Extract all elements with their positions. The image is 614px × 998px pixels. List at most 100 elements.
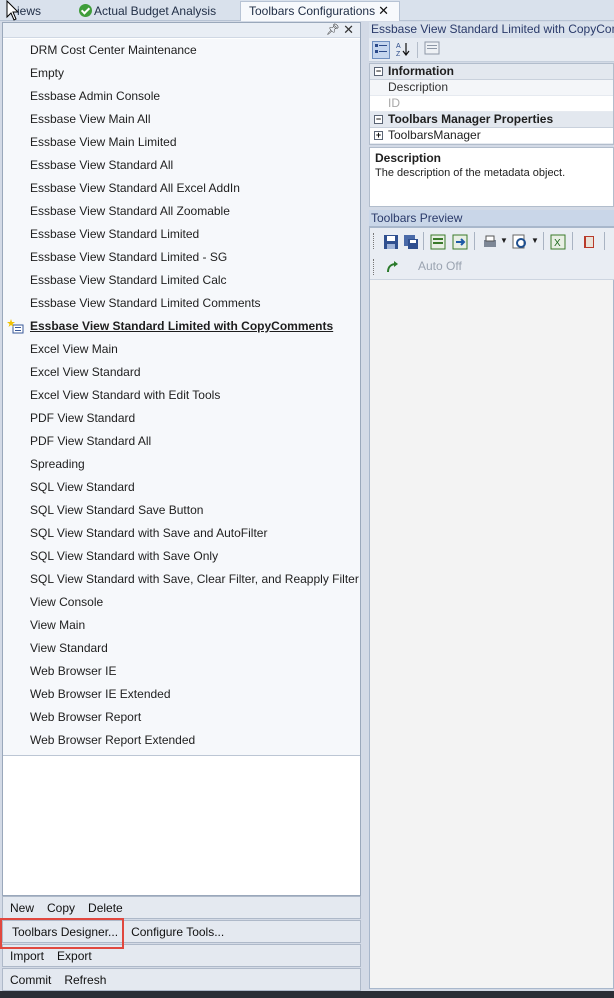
list-item[interactable]: Essbase View Standard Limited [3, 223, 360, 246]
refresh-button[interactable]: Refresh [57, 969, 112, 991]
list-item-label: Empty [30, 66, 65, 80]
list-item[interactable]: PDF View Standard All [3, 430, 360, 453]
panel-close-icon[interactable]: ✕ [343, 22, 354, 38]
list-item-label: View Main [30, 618, 86, 632]
list-item-label: Excel View Standard [30, 365, 141, 379]
toolbars-preview-area: ▼ ▼ X Auto Off [369, 227, 614, 989]
highlight-annotation-box [0, 918, 124, 949]
property-id[interactable]: ID [370, 96, 613, 112]
list-item-label: Essbase View Standard Limited - SG [30, 250, 228, 264]
description-title: Description [375, 151, 442, 165]
svg-text:A: A [396, 43, 401, 50]
preview-toolbar: ▼ ▼ X Auto Off [370, 228, 614, 280]
expand-icon[interactable]: + [374, 131, 383, 140]
list-item[interactable]: View Standard [3, 637, 360, 660]
toolbars-preview-title: Toolbars Preview [369, 210, 614, 227]
collapse-icon[interactable]: − [374, 67, 383, 76]
list-item-label: Essbase View Standard All Excel AddIn [30, 181, 240, 195]
grip-icon [373, 233, 376, 249]
list-item[interactable]: Essbase View Standard Limited Comments [3, 292, 360, 315]
excel-options-icon[interactable]: X [550, 234, 566, 250]
copy-button[interactable]: Copy [40, 897, 81, 919]
toolbar-separator [474, 232, 475, 250]
list-item[interactable]: Excel View Standard with Edit Tools [3, 384, 360, 407]
chevron-down-icon[interactable]: ▼ [531, 236, 539, 245]
list-item[interactable]: Web Browser Report Extended [3, 729, 360, 752]
save-all-icon[interactable] [403, 234, 419, 250]
excel-export-icon[interactable] [430, 234, 446, 250]
list-item[interactable]: Essbase View Standard Limited - SG [3, 246, 360, 269]
list-item-label: Essbase View Standard Limited Calc [30, 273, 227, 287]
list-item-label: Web Browser Report [30, 710, 142, 724]
refresh-arrow-icon[interactable] [384, 259, 400, 275]
collapse-icon[interactable]: − [374, 115, 383, 124]
list-item-label: PDF View Standard [30, 411, 136, 425]
auto-off-label[interactable]: Auto Off [418, 259, 462, 273]
list-item[interactable]: View Main [3, 614, 360, 637]
print-preview-icon[interactable] [512, 234, 528, 250]
property-grid: − Information Description ID − Toolbars … [369, 63, 614, 145]
list-item-label: View Console [30, 595, 104, 609]
tab-toolbars-configurations[interactable]: Toolbars Configurations ✕ [240, 1, 400, 21]
delete-button[interactable]: Delete [81, 897, 129, 919]
panel-splitter[interactable] [362, 22, 368, 992]
list-item[interactable]: Essbase Admin Console [3, 85, 360, 108]
category-toolbars-manager-properties[interactable]: − Toolbars Manager Properties [370, 112, 613, 128]
list-item[interactable]: Essbase View Standard All Excel AddIn [3, 177, 360, 200]
property-description[interactable]: Description [370, 80, 613, 96]
list-item[interactable]: Excel View Main [3, 338, 360, 361]
new-button[interactable]: New [3, 897, 40, 919]
pin-icon[interactable]: 📌︎ [326, 23, 340, 36]
print-icon[interactable] [482, 234, 498, 250]
list-item[interactable]: Essbase View Standard Limited with CopyC… [3, 315, 360, 338]
list-item[interactable]: Essbase View Main All [3, 108, 360, 131]
tab-budget-label: Actual Budget Analysis [94, 4, 217, 18]
list-item-label: SQL View Standard [30, 480, 135, 494]
book-icon[interactable] [582, 234, 598, 250]
list-item[interactable]: Excel View Standard [3, 361, 360, 384]
list-item[interactable]: Essbase View Main Limited [3, 131, 360, 154]
list-item[interactable]: SQL View Standard with Save, Clear Filte… [3, 568, 360, 591]
chevron-down-icon[interactable]: ▼ [500, 236, 508, 245]
list-item[interactable]: SQL View Standard with Save Only [3, 545, 360, 568]
list-item-label: Excel View Main [30, 342, 118, 356]
close-icon[interactable]: ✕ [378, 2, 389, 20]
list-item[interactable]: DRM Cost Center Maintenance [3, 39, 360, 62]
configure-tools-button[interactable]: Configure Tools... [124, 921, 230, 943]
list-item[interactable]: SQL View Standard with Save and AutoFilt… [3, 522, 360, 545]
category-information-label: Information [388, 64, 454, 78]
category-information[interactable]: − Information [370, 64, 613, 80]
list-item-label: Web Browser IE Extended [30, 687, 171, 701]
commit-button[interactable]: Commit [3, 969, 57, 991]
list-item[interactable]: SQL View Standard Save Button [3, 499, 360, 522]
categorized-icon[interactable] [372, 41, 390, 59]
tab-actual-budget-analysis[interactable]: Actual Budget Analysis [74, 2, 240, 21]
list-item-label: SQL View Standard Save Button [30, 503, 204, 517]
tab-views[interactable]: iews [0, 2, 72, 21]
list-item[interactable]: Web Browser IE Extended [3, 683, 360, 706]
toolbar-list[interactable]: DRM Cost Center Maintenance Empty Essbase … [3, 39, 360, 756]
button-row-commit-refresh: Commit Refresh [2, 968, 361, 991]
list-item-label: View Standard [30, 641, 108, 655]
excel-import-icon[interactable] [452, 234, 468, 250]
save-icon[interactable] [383, 234, 399, 250]
list-item[interactable]: Essbase View Standard All [3, 154, 360, 177]
property-pages-icon[interactable] [423, 41, 441, 59]
list-item[interactable]: Essbase View Standard All Zoomable [3, 200, 360, 223]
list-item[interactable]: Web Browser IE [3, 660, 360, 683]
list-item[interactable]: Spreading [3, 453, 360, 476]
svg-text:X: X [554, 238, 561, 249]
new-item-icon [7, 319, 24, 334]
list-item[interactable]: View Console [3, 591, 360, 614]
list-item[interactable]: Web Browser Report [3, 706, 360, 729]
property-description-label: Description [388, 80, 449, 94]
list-item[interactable]: Empty [3, 62, 360, 85]
list-item-label: SQL View Standard with Save and AutoFilt… [30, 526, 268, 540]
property-toolbars-manager[interactable]: + ToolbarsManager [370, 128, 613, 144]
document-tab-strip: iews Actual Budget Analysis Toolbars Con… [0, 0, 614, 21]
list-item[interactable]: PDF View Standard [3, 407, 360, 430]
sort-alphabetical-icon[interactable]: AZ [394, 41, 412, 59]
list-item[interactable]: Essbase View Standard Limited Calc [3, 269, 360, 292]
property-grid-toolbar: AZ [369, 38, 614, 62]
list-item[interactable]: SQL View Standard [3, 476, 360, 499]
